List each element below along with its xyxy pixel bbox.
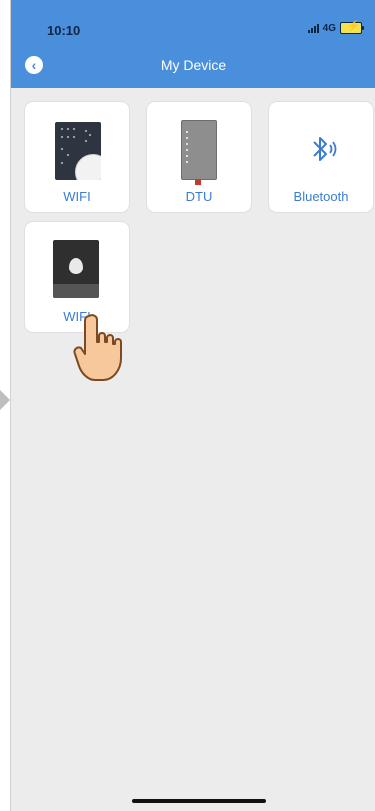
- bluetooth-icon: [313, 137, 337, 161]
- phone-screen: 10:10 4G ⚡ ‹ My Device WIFI DTU Bluetoot…: [10, 0, 375, 811]
- status-icons: 4G ⚡: [307, 21, 364, 34]
- device-label: DTU: [185, 189, 213, 204]
- side-arrow: [0, 390, 10, 410]
- pointing-hand-icon: [73, 314, 122, 381]
- device-label: Bluetooth: [293, 189, 349, 204]
- app-header: 10:10 4G ⚡ ‹ My Device: [11, 0, 375, 88]
- device-label: WIFI: [63, 189, 91, 204]
- wifi-device-panel-icon: [55, 122, 101, 180]
- dtu-module-icon: [181, 120, 217, 185]
- device-card-dtu[interactable]: DTU: [147, 102, 251, 212]
- page-title: My Device: [160, 57, 227, 73]
- battery-icon: ⚡: [340, 21, 364, 34]
- home-indicator: [132, 799, 266, 803]
- status-time: 10:10: [47, 23, 81, 38]
- device-card-bluetooth[interactable]: Bluetooth: [269, 102, 373, 212]
- signal-icon: [307, 23, 319, 33]
- wifi-device-dark-icon: [53, 240, 99, 298]
- network-type: 4G: [322, 22, 336, 34]
- device-card-wifi[interactable]: WIFI: [25, 102, 129, 212]
